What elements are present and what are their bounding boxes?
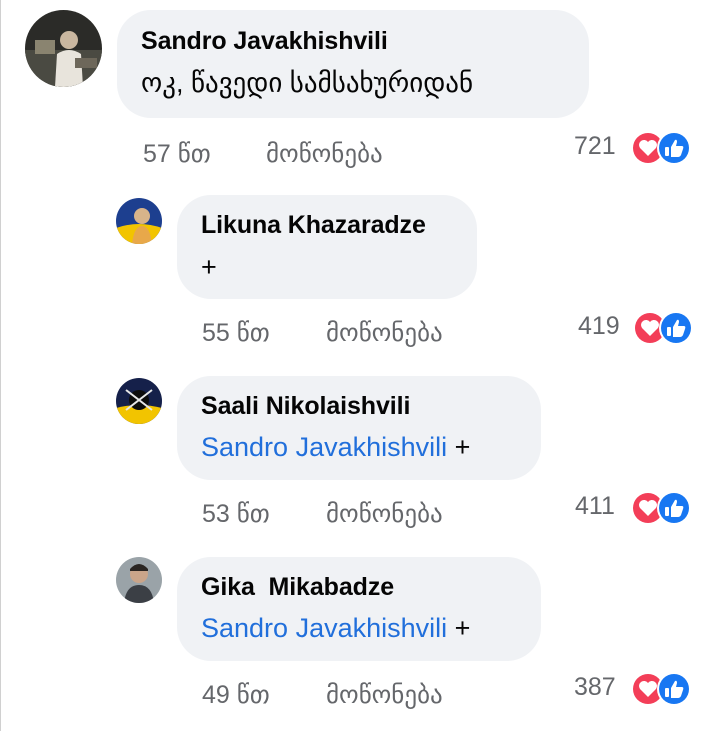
- like-icon: [657, 672, 691, 706]
- comment-text: Sandro Javakhishvili +: [201, 613, 470, 644]
- comment-timestamp[interactable]: 49 წთ: [202, 680, 270, 710]
- like-button[interactable]: მოწონება: [326, 680, 443, 710]
- avatar[interactable]: [116, 557, 162, 603]
- reactions-summary[interactable]: [630, 671, 691, 706]
- comment-suffix: +: [447, 613, 471, 643]
- reaction-count[interactable]: 387: [574, 673, 616, 702]
- comment-author[interactable]: Gika Mikabadze: [201, 573, 394, 602]
- reply-item: Gika Mikabadze Sandro Javakhishvili + 49…: [0, 0, 720, 731]
- avatar-photo-icon: [116, 557, 162, 603]
- mention-link[interactable]: Sandro Javakhishvili: [201, 613, 447, 643]
